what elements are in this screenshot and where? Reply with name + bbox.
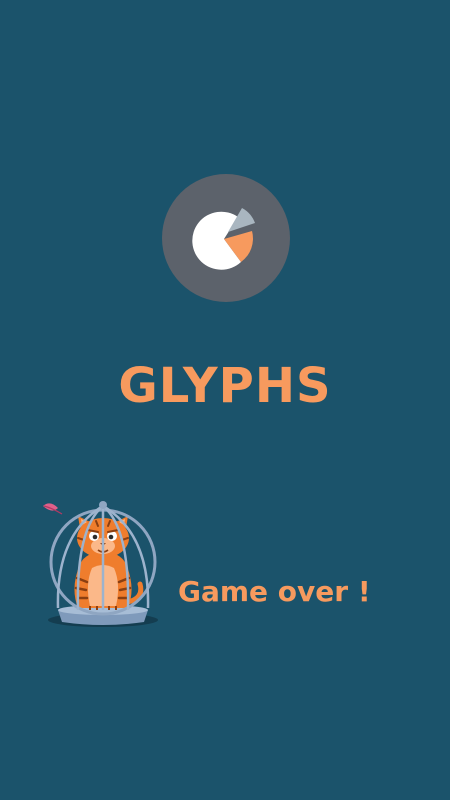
caged-tiger-illustration [40, 498, 162, 630]
game-over-label: Game over ! [178, 575, 371, 608]
game-over-screen: GLYPHS Game over ! [0, 0, 450, 800]
feather-icon [43, 503, 63, 515]
pie-chart-icon [192, 208, 255, 270]
app-logo-button[interactable] [162, 174, 290, 302]
game-title: GLYPHS [118, 358, 332, 414]
